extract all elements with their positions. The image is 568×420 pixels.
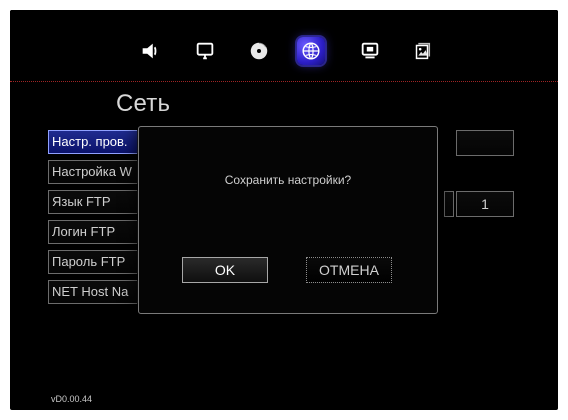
top-navigation <box>10 10 558 80</box>
menu-item-net-host-name[interactable]: NET Host Na <box>48 280 138 304</box>
monitor-icon[interactable] <box>191 37 219 65</box>
ftp-value-field[interactable]: 1 <box>456 191 514 217</box>
disc-icon-graphic <box>250 41 268 60</box>
menu-item-provider-settings[interactable]: Настр. пров. <box>48 130 138 154</box>
top-right-field[interactable] <box>456 130 514 156</box>
speaker-icon-graphic <box>142 43 157 59</box>
system-icon[interactable] <box>356 37 384 65</box>
photo-icon[interactable] <box>408 37 436 65</box>
ok-button[interactable]: OK <box>182 257 268 283</box>
save-settings-dialog: Сохранить настройки? OK ОТМЕНА <box>138 126 438 314</box>
photo-icon-graphic <box>415 42 431 60</box>
system-icon-graphic <box>361 42 379 59</box>
menu-item-ftp-language[interactable]: Язык FTP <box>48 190 138 214</box>
dialog-message: Сохранить настройки? <box>224 173 352 187</box>
globe-icon[interactable] <box>297 37 325 65</box>
top-divider-line <box>10 81 558 82</box>
monitor-icon-graphic <box>196 42 214 60</box>
disc-icon[interactable] <box>245 37 273 65</box>
speaker-icon[interactable] <box>136 37 164 65</box>
page-title: Сеть <box>116 90 171 117</box>
cancel-button[interactable]: ОТМЕНА <box>306 257 392 283</box>
globe-icon-graphic <box>302 42 320 60</box>
right-field-separator <box>444 191 454 217</box>
firmware-version: vD0.00.44 <box>51 394 93 404</box>
menu-item-wifi-settings[interactable]: Настройка W <box>48 160 138 184</box>
menu-item-ftp-login[interactable]: Логин FTP <box>48 220 138 244</box>
tv-screen: Сеть Настр. пров. Настройка W Язык FTP Л… <box>10 10 558 410</box>
menu-item-ftp-password[interactable]: Пароль FTP <box>48 250 138 274</box>
